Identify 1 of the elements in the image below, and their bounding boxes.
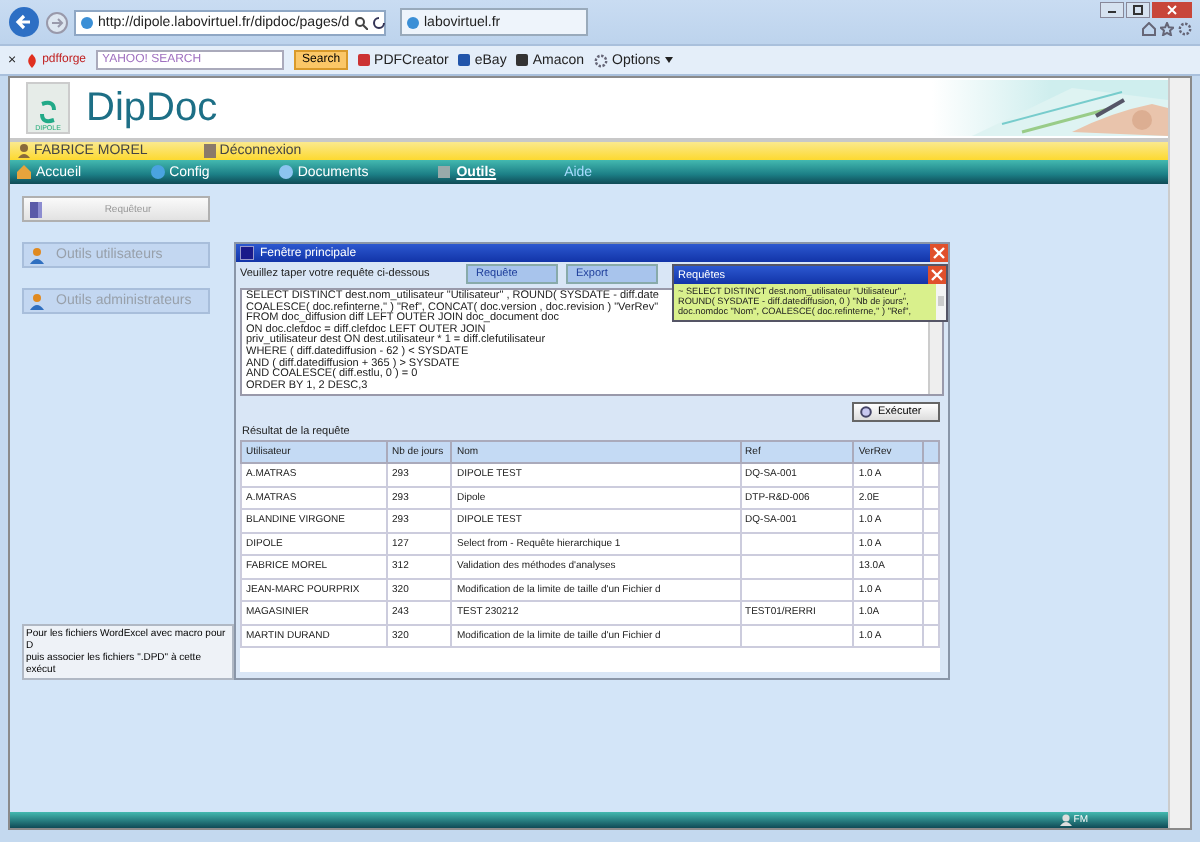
app-title: DipDoc	[86, 85, 218, 131]
